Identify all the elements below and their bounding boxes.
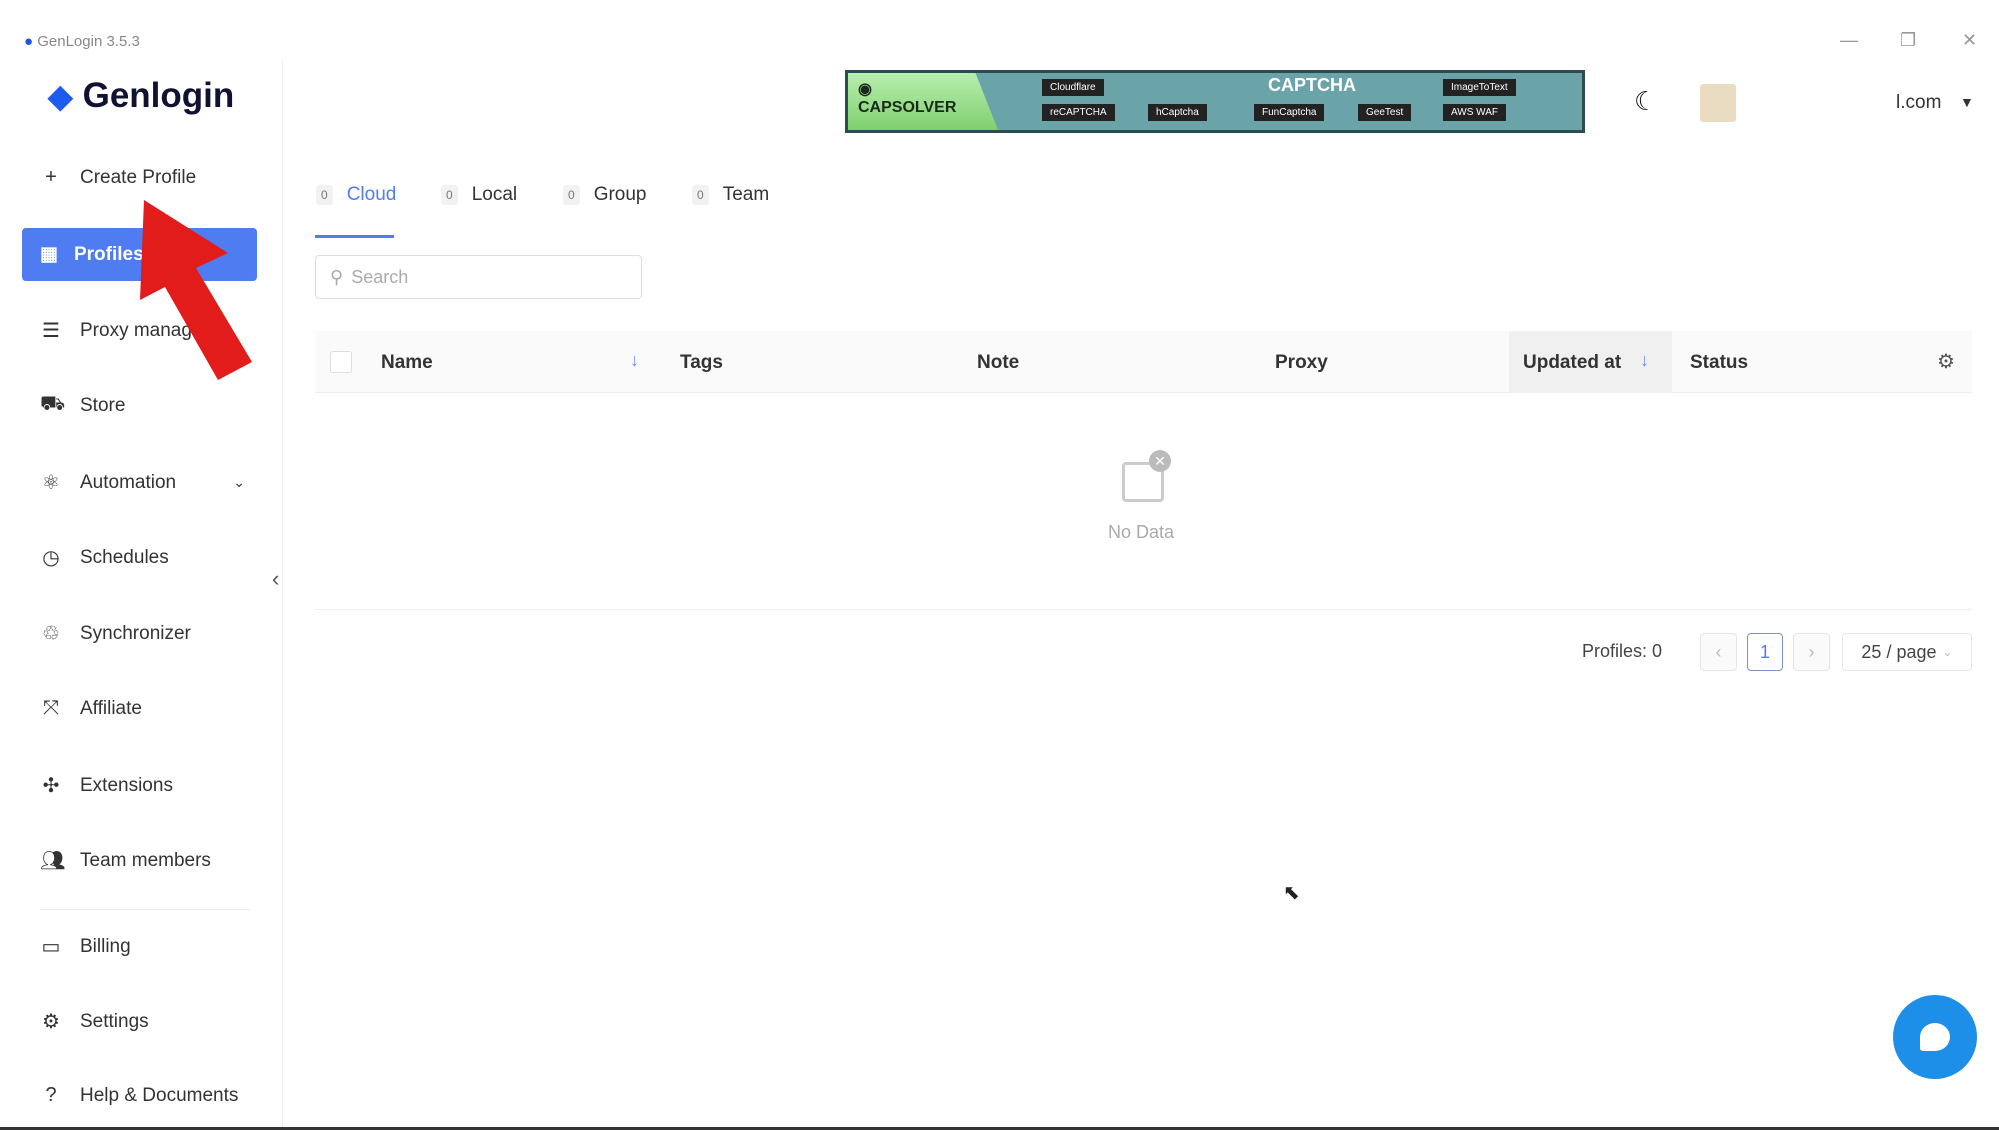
annotation-arrow xyxy=(140,200,252,380)
mouse-cursor-icon: ⬉ xyxy=(1283,882,1300,904)
red-arrow-shape xyxy=(140,200,252,380)
